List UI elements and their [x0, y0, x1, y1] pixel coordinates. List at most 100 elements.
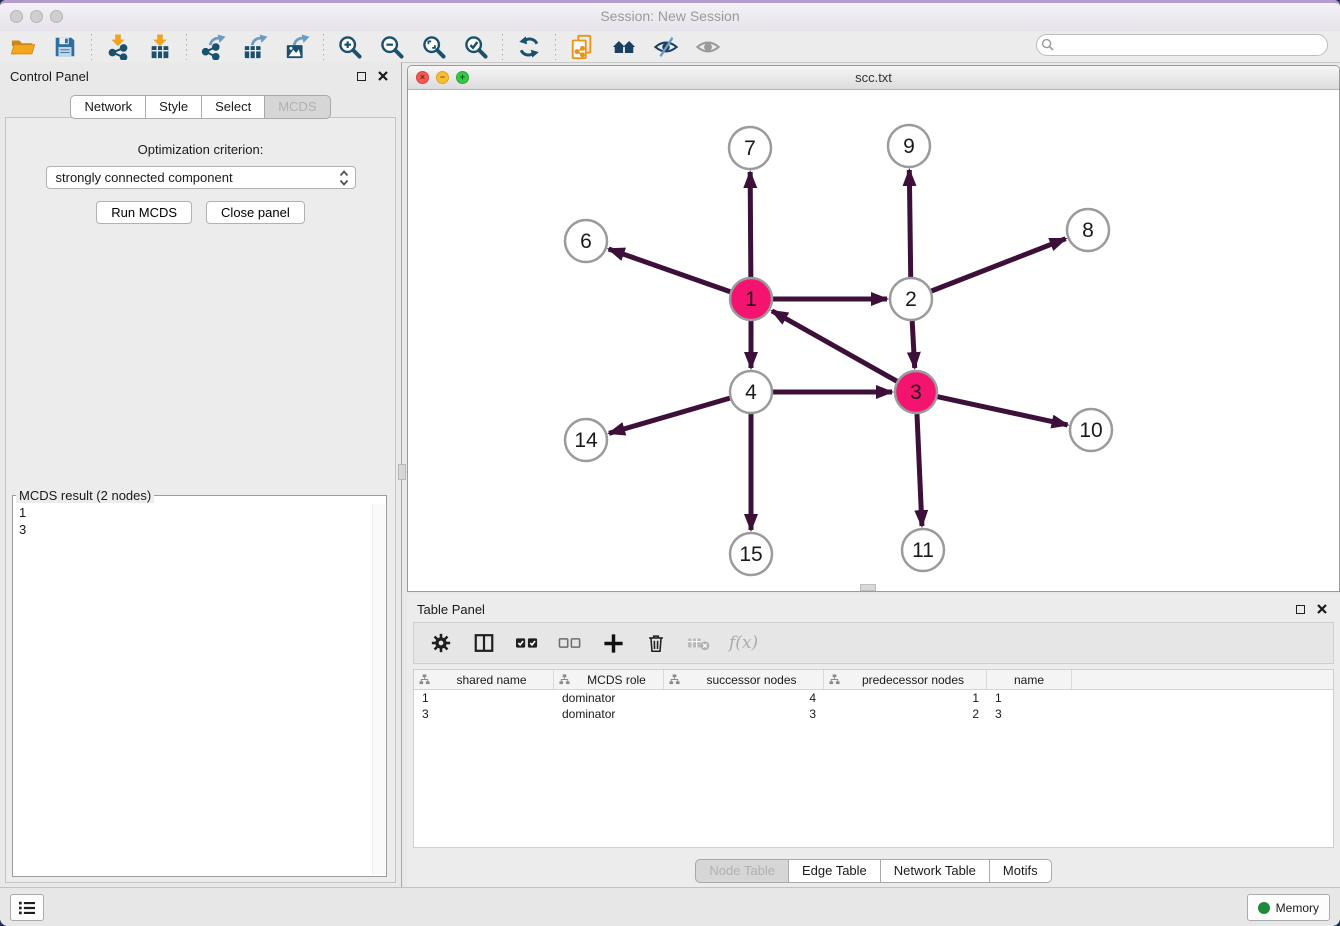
search-input[interactable]: [1036, 34, 1328, 56]
toolbar-separator: [502, 34, 503, 60]
table-panel-tabs: Node Table Edge Table Network Table Moti…: [407, 859, 1340, 883]
apply-layout-icon[interactable]: [516, 34, 542, 60]
control-panel-title: Control Panel: [10, 69, 89, 84]
network-canvas[interactable]: 1234678910111415: [408, 90, 1339, 593]
table-cell[interactable]: dominator: [554, 707, 664, 721]
result-scrollbar[interactable]: [372, 504, 385, 875]
table-cell[interactable]: dominator: [554, 691, 664, 705]
export-table-icon[interactable]: [242, 34, 268, 60]
tab-node-table[interactable]: Node Table: [695, 859, 789, 883]
graph-edge-2-3[interactable]: [912, 321, 915, 368]
table-cell[interactable]: 1: [414, 691, 554, 705]
export-network-icon[interactable]: [200, 34, 226, 60]
delete-column-icon[interactable]: [643, 630, 669, 656]
table-row[interactable]: 1dominator411: [414, 690, 1333, 706]
duplicate-network-icon[interactable]: [569, 34, 595, 60]
network-close-button[interactable]: ×: [416, 71, 429, 84]
select-all-checks-icon[interactable]: [514, 630, 540, 656]
export-image-icon[interactable]: [284, 34, 310, 60]
table-panel-title: Table Panel: [417, 602, 485, 617]
table-row[interactable]: 3dominator323: [414, 706, 1333, 722]
zoom-out-icon[interactable]: [379, 34, 405, 60]
float-table-panel-button[interactable]: [1292, 601, 1308, 617]
column-header-MCDS-role[interactable]: MCDS role: [554, 670, 664, 689]
network-window-titlebar[interactable]: × − + scc.txt: [408, 66, 1339, 90]
graph-edge-1-6[interactable]: [609, 249, 731, 292]
column-header-name[interactable]: name: [987, 670, 1072, 689]
node-table: shared nameMCDS rolesuccessor nodesprede…: [413, 669, 1334, 848]
table-cell[interactable]: 3: [664, 707, 824, 721]
node-table-header: shared nameMCDS rolesuccessor nodesprede…: [414, 670, 1333, 690]
deselect-all-checks-icon[interactable]: [557, 630, 583, 656]
column-type-icon: [669, 674, 680, 685]
toolbar-separator: [186, 34, 187, 60]
graph-node-label: 1: [745, 288, 757, 311]
function-builder-icon-disabled: f(x): [729, 633, 758, 653]
application-window: Session: New Session: [0, 0, 1340, 926]
main-toolbar: [0, 31, 1340, 63]
network-view-window: × − + scc.txt 1234678910111415: [407, 65, 1340, 592]
table-cell[interactable]: 3: [987, 707, 1072, 721]
tab-motifs[interactable]: Motifs: [990, 859, 1052, 883]
node-table-body: 1dominator4113dominator323: [414, 690, 1333, 722]
import-network-icon[interactable]: [105, 34, 131, 60]
graph-edge-2-9[interactable]: [909, 170, 910, 277]
column-type-icon: [559, 674, 570, 685]
settings-gear-icon[interactable]: [428, 630, 454, 656]
show-all-icon[interactable]: [695, 34, 721, 60]
column-header-successor-nodes[interactable]: successor nodes: [664, 670, 824, 689]
column-header-shared-name[interactable]: shared name: [414, 670, 554, 689]
criterion-value: strongly connected component: [56, 170, 233, 185]
table-panel: Table Panel: [407, 595, 1340, 888]
add-column-icon[interactable]: [600, 630, 626, 656]
tab-mcds[interactable]: MCDS: [265, 95, 330, 119]
network-minimize-button[interactable]: −: [436, 71, 449, 84]
hide-selected-icon[interactable]: [653, 34, 679, 60]
criterion-select[interactable]: strongly connected component: [46, 166, 356, 189]
graph-node-label: 6: [580, 230, 592, 253]
table-cell[interactable]: 3: [414, 707, 554, 721]
tab-network[interactable]: Network: [70, 95, 146, 119]
zoom-in-icon[interactable]: [337, 34, 363, 60]
network-zoom-button[interactable]: +: [456, 71, 469, 84]
control-panel: Control Panel Network Style Select MCDS …: [0, 62, 402, 888]
graph-edge-3-11[interactable]: [917, 414, 922, 526]
graph-edge-4-14[interactable]: [609, 398, 730, 433]
close-panel-button[interactable]: [375, 68, 391, 84]
mcds-panel: Optimization criterion: strongly connect…: [5, 117, 396, 883]
tab-select[interactable]: Select: [202, 95, 265, 119]
app-titlebar: Session: New Session: [0, 0, 1340, 34]
mcds-result-box: MCDS result (2 nodes) 1 3: [12, 488, 387, 877]
table-cell[interactable]: 1: [987, 691, 1072, 705]
vertical-splitter-grip[interactable]: [398, 464, 406, 480]
tab-style[interactable]: Style: [146, 95, 202, 119]
open-session-icon[interactable]: [10, 34, 36, 60]
zoom-selected-icon[interactable]: [463, 34, 489, 60]
tab-edge-table[interactable]: Edge Table: [789, 859, 881, 883]
close-table-panel-button[interactable]: [1314, 601, 1330, 617]
float-panel-button[interactable]: [353, 68, 369, 84]
run-mcds-button[interactable]: Run MCDS: [96, 201, 192, 224]
graph-edge-2-8[interactable]: [931, 239, 1065, 291]
mcds-result-title: MCDS result (2 nodes): [16, 488, 154, 503]
column-header-predecessor-nodes[interactable]: predecessor nodes: [824, 670, 987, 689]
graph-node-label: 8: [1082, 219, 1094, 242]
task-history-button[interactable]: [10, 894, 44, 921]
import-table-icon[interactable]: [147, 34, 173, 60]
first-neighbors-icon[interactable]: [611, 34, 637, 60]
zoom-fit-icon[interactable]: [421, 34, 447, 60]
table-cell[interactable]: 2: [824, 707, 987, 721]
tab-network-table[interactable]: Network Table: [881, 859, 990, 883]
horizontal-splitter-grip[interactable]: [860, 584, 876, 591]
table-cell[interactable]: 4: [664, 691, 824, 705]
show-columns-icon[interactable]: [471, 630, 497, 656]
close-panel-button-secondary[interactable]: Close panel: [206, 201, 305, 224]
result-line: 3: [19, 521, 380, 538]
graph-edge-1-7[interactable]: [750, 172, 751, 277]
memory-button[interactable]: Memory: [1247, 894, 1330, 921]
memory-label: Memory: [1276, 901, 1319, 915]
table-cell[interactable]: 1: [824, 691, 987, 705]
graph-edge-3-1[interactable]: [772, 311, 897, 381]
save-session-icon[interactable]: [52, 34, 78, 60]
graph-edge-3-10[interactable]: [937, 397, 1067, 425]
